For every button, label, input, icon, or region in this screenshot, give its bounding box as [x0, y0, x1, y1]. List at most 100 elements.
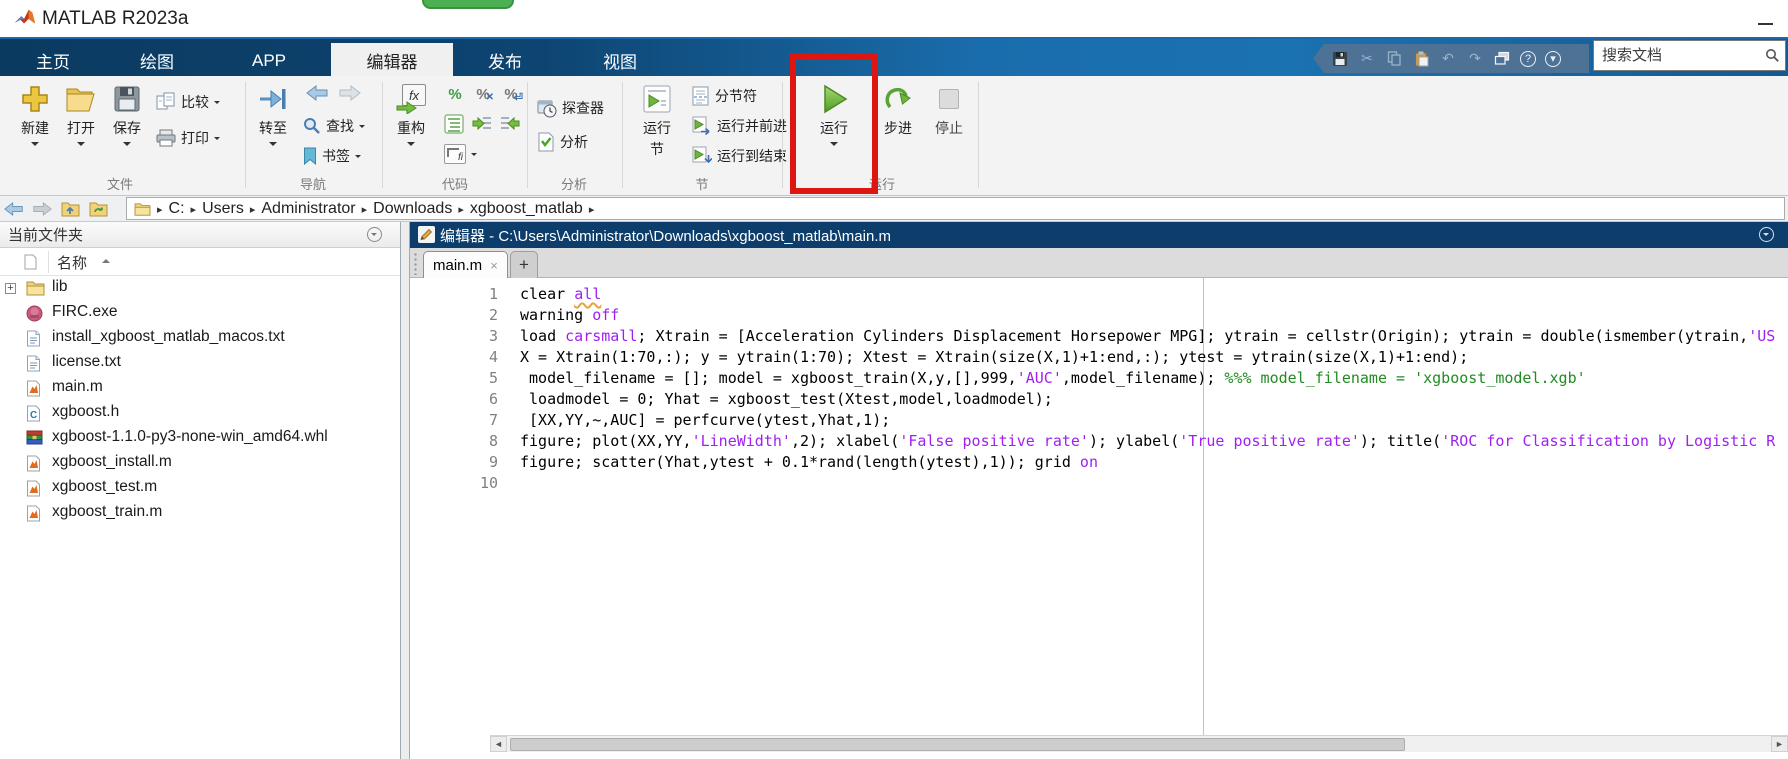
new-tab-button[interactable]: +: [510, 251, 538, 278]
file-row[interactable]: Cxgboost.h: [0, 401, 400, 426]
nav-forward-button[interactable]: [338, 84, 361, 102]
analyze-button[interactable]: 分析: [537, 132, 588, 152]
goto-button[interactable]: 转至: [250, 81, 296, 150]
bookmark-button[interactable]: 书签: [303, 146, 361, 166]
column-header-name[interactable]: 名称: [57, 252, 87, 273]
breadcrumb-segment[interactable]: Downloads: [371, 200, 454, 217]
smart-indent-button[interactable]: [444, 114, 464, 134]
run-advance-button[interactable]: 运行并前进: [692, 116, 787, 136]
tab-close-icon[interactable]: ×: [490, 258, 498, 273]
windows-icon[interactable]: [1493, 50, 1511, 68]
code-line[interactable]: figure; scatter(Yhat,ytest + 0.1*rand(le…: [520, 452, 1098, 473]
file-row[interactable]: + lib: [0, 276, 400, 301]
docs-search-input[interactable]: [1594, 41, 1785, 70]
file-row[interactable]: xgboost_train.m: [0, 501, 400, 526]
refactor-button[interactable]: fx 重构: [388, 81, 434, 150]
section-break-icon: [692, 86, 709, 106]
up-folder-button[interactable]: [58, 199, 82, 219]
find-icon: [304, 118, 320, 134]
browse-folder-icon: [89, 202, 107, 217]
code-line[interactable]: clear all: [520, 284, 601, 305]
ribbon-tab-apps[interactable]: APP: [224, 43, 314, 78]
expand-toggle[interactable]: +: [5, 283, 16, 294]
file-row[interactable]: xgboost_test.m: [0, 476, 400, 501]
new-button[interactable]: 新建: [12, 81, 58, 150]
code-line[interactable]: figure; plot(XX,YY,'LineWidth',2); xlabe…: [520, 431, 1775, 452]
ribbon-toolbar: 新建 打开 保存 比较 打印 文件 转至 查找 书签 导航 fx 重构 % % …: [0, 76, 1788, 196]
panel-splitter[interactable]: [400, 222, 410, 759]
code-line[interactable]: warning off: [520, 305, 619, 326]
floppy-icon: [104, 81, 150, 117]
undo-icon[interactable]: ↶: [1439, 50, 1457, 68]
code-line[interactable]: loadmodel = 0; Yhat = xgboost_test(Xtest…: [520, 389, 1053, 410]
code-area[interactable]: 1 clear all 2 warning off 3 load carsmall; Xt…: [410, 278, 1788, 735]
code-line[interactable]: X = Xtrain(1:70,:); y = ytrain(1:70); Xt…: [520, 347, 1468, 368]
code-line[interactable]: [XX,YY,~,AUC] = perfcurve(ytest,Yhat,1);: [520, 410, 890, 431]
code-line[interactable]: model_filename = []; model = xgboost_tra…: [520, 368, 1586, 389]
minimize-button[interactable]: [1757, 16, 1774, 33]
panel-actions-button[interactable]: [367, 227, 382, 242]
wrap-comments-button[interactable]: % ⏎: [500, 84, 523, 105]
code-line[interactable]: load carsmall; Xtrain = [Acceleration Cy…: [520, 326, 1775, 347]
section-break-button[interactable]: 分节符: [692, 86, 757, 106]
print-button[interactable]: 打印: [156, 128, 220, 148]
qat-dropdown-icon[interactable]: ▾: [1545, 50, 1561, 67]
file-row[interactable]: main.m: [0, 376, 400, 401]
copy-icon[interactable]: [1385, 50, 1403, 68]
profiler-button[interactable]: 探查器: [537, 98, 604, 118]
indent-right-button[interactable]: [472, 114, 492, 134]
file-row[interactable]: xgboost_install.m: [0, 451, 400, 476]
breadcrumb-segment[interactable]: Users: [200, 200, 246, 217]
breadcrumb-separator-icon: ▸: [588, 203, 595, 216]
browse-folder-button[interactable]: [86, 199, 110, 219]
breadcrumb-segment[interactable]: C:: [167, 200, 187, 217]
ribbon-tab-editor[interactable]: 编辑器: [331, 43, 453, 78]
stop-button[interactable]: 停止: [926, 81, 972, 138]
scroll-thumb[interactable]: [510, 737, 1405, 751]
save-icon[interactable]: [1331, 50, 1349, 68]
h-scrollbar[interactable]: ◄ ►: [490, 735, 1788, 752]
breadcrumb-segment[interactable]: xgboost_matlab: [468, 200, 585, 217]
file-row[interactable]: install_xgboost_matlab_macos.txt: [0, 326, 400, 351]
nav-back-button[interactable]: [306, 84, 329, 102]
uncomment-button[interactable]: % ✕: [472, 84, 494, 104]
tab-grip[interactable]: [413, 252, 419, 275]
find-button[interactable]: 查找: [303, 116, 365, 136]
indent-right-icon: [472, 116, 491, 131]
address-forward-button[interactable]: [30, 199, 54, 219]
indent-left-button[interactable]: [500, 114, 520, 134]
address-back-button[interactable]: [2, 199, 26, 219]
forward-arrow-icon: [339, 84, 361, 102]
paste-icon[interactable]: [1412, 50, 1430, 68]
ribbon-tab-row: 主页 绘图 APP 编辑器 发布 视图 ✂ ↶ ↷ ? ▾: [0, 37, 1788, 78]
ribbon-tab-view[interactable]: 视图: [575, 43, 665, 78]
step-button[interactable]: 步进: [874, 81, 922, 138]
ribbon-tab-publish[interactable]: 发布: [460, 43, 550, 78]
smart-indent-icon: [444, 114, 464, 134]
save-button[interactable]: 保存: [104, 81, 150, 150]
file-row[interactable]: license.txt: [0, 351, 400, 376]
run-section-button[interactable]: 运行 节: [632, 81, 682, 159]
scroll-left-button[interactable]: ◄: [490, 736, 507, 752]
breadcrumb-segment[interactable]: Administrator: [259, 200, 357, 217]
tab-main-m[interactable]: main.m ×: [423, 251, 508, 278]
breadcrumb-separator-icon: ▸: [361, 203, 368, 216]
ribbon-tab-home[interactable]: 主页: [8, 43, 98, 78]
file-row[interactable]: FIRC.exe: [0, 301, 400, 326]
address-bar: ▸ C: ▸ Users ▸ Administrator ▸ Downloads ▸ xgboos…: [0, 196, 1788, 222]
file-name: xgboost-1.1.0-py3-none-win_amd64.whl: [52, 428, 328, 445]
comment-button[interactable]: %: [444, 84, 466, 104]
open-button[interactable]: 打开: [58, 81, 104, 150]
format-fi-button[interactable]: fi: [444, 144, 477, 164]
breadcrumb-separator-icon: ▸: [157, 203, 163, 216]
scroll-right-button[interactable]: ►: [1771, 736, 1788, 752]
compare-button[interactable]: 比较: [156, 92, 220, 112]
run-to-end-button[interactable]: 运行到结束: [692, 146, 787, 166]
cut-icon[interactable]: ✂: [1358, 50, 1376, 68]
gutter-line-number: 6: [488, 390, 498, 408]
help-icon[interactable]: ?: [1520, 50, 1536, 67]
file-row[interactable]: xgboost-1.1.0-py3-none-win_amd64.whl: [0, 426, 400, 451]
ribbon-tab-plots[interactable]: 绘图: [112, 43, 202, 78]
redo-icon[interactable]: ↷: [1466, 50, 1484, 68]
editor-actions-button[interactable]: [1759, 227, 1774, 242]
